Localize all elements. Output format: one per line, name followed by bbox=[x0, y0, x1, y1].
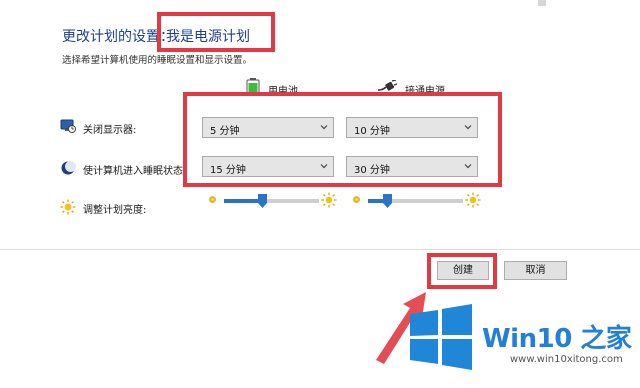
slider-fill bbox=[224, 199, 262, 203]
plan-name-highlight-box bbox=[157, 12, 275, 52]
page-subtitle: 选择希望计算机使用的睡眠设置和显示设置。 bbox=[62, 55, 253, 66]
slider-track bbox=[224, 199, 319, 203]
watermark-url: www.win10xitong.com bbox=[510, 354, 623, 365]
sleep-label: 使计算机进入睡眠状态: bbox=[83, 166, 187, 177]
display-icon bbox=[60, 119, 76, 133]
brightness-slider-battery[interactable] bbox=[207, 192, 342, 211]
sun-icon bbox=[60, 199, 76, 215]
slider-thumb[interactable] bbox=[382, 194, 392, 208]
footer-divider bbox=[0, 249, 640, 250]
brightness-slider-plugged[interactable] bbox=[351, 192, 486, 211]
brightness-label: 调整计划亮度: bbox=[83, 205, 147, 216]
settings-highlight-box bbox=[183, 92, 502, 187]
dim-sun-icon bbox=[209, 196, 216, 203]
bright-sun-icon bbox=[321, 192, 337, 208]
moon-icon bbox=[61, 161, 76, 175]
watermark-brand: Win10 之家 bbox=[482, 324, 632, 354]
bright-sun-icon bbox=[465, 192, 481, 208]
turn-off-display-label: 关闭显示器: bbox=[83, 125, 137, 136]
dim-sun-icon bbox=[353, 196, 360, 203]
slider-thumb[interactable] bbox=[257, 194, 267, 208]
cancel-button[interactable]: 取消 bbox=[504, 261, 567, 280]
window-edge-mark bbox=[538, 0, 546, 6]
windows-logo-icon bbox=[410, 304, 472, 370]
